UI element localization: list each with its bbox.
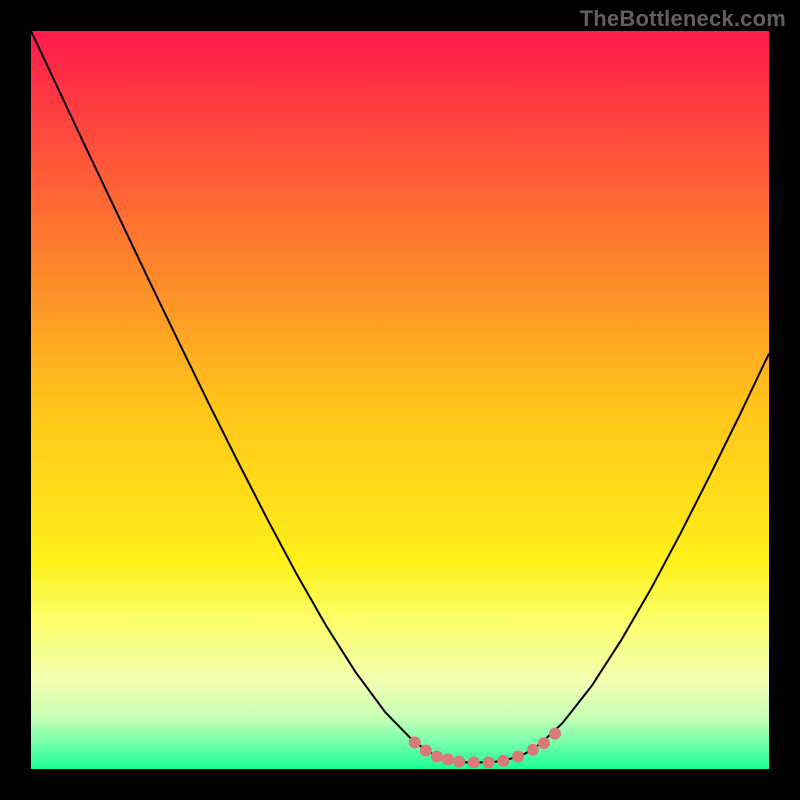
highlight-dot (512, 750, 524, 762)
highlight-dot (468, 756, 480, 768)
chart-frame: TheBottleneck.com (0, 0, 800, 800)
watermark-text: TheBottleneck.com (580, 6, 786, 32)
highlight-dot (549, 728, 561, 740)
highlight-dot (442, 753, 454, 765)
chart-plot-area (31, 31, 769, 769)
highlight-dot (483, 756, 495, 768)
highlight-dot (409, 736, 421, 748)
chart-background (31, 31, 769, 769)
highlight-dot (431, 750, 443, 762)
highlight-dot (497, 755, 509, 767)
highlight-dot (453, 756, 465, 768)
highlight-dot (527, 744, 539, 756)
highlight-dot (538, 737, 550, 749)
highlight-dot (420, 745, 432, 757)
chart-svg (31, 31, 769, 769)
